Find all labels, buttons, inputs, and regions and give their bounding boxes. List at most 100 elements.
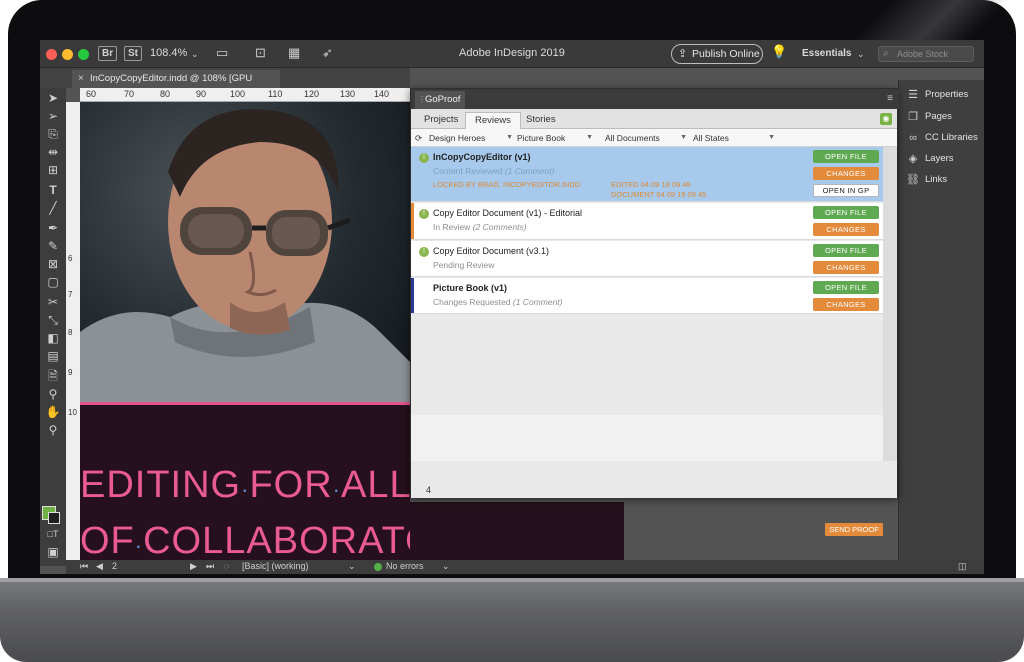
portrait-photo[interactable] xyxy=(80,102,410,402)
zoom-tool-icon[interactable]: ⚲ xyxy=(45,422,61,438)
zoom-window-button[interactable] xyxy=(78,49,89,60)
view-options-icon[interactable]: ▭ xyxy=(216,45,228,61)
tab-projects[interactable]: Projects xyxy=(415,112,467,129)
headline-line-1[interactable]: EDITING·FOR·ALL xyxy=(80,464,410,507)
project-filter[interactable]: Design Heroes ▼ xyxy=(429,131,513,145)
split-view-icon[interactable]: ◫ xyxy=(958,561,967,572)
eyedropper-tool-icon[interactable]: ⚲ xyxy=(45,386,61,402)
bullet-dot: · xyxy=(134,533,144,558)
ruler-tick: 70 xyxy=(124,89,135,99)
open-file-button[interactable]: OPEN FILE xyxy=(813,244,879,257)
type-tool-icon[interactable]: T xyxy=(45,182,61,198)
screen-mode-icon[interactable]: ⊡ xyxy=(255,45,266,61)
page-number[interactable]: 2 xyxy=(112,561,117,571)
ruler-tick: 9 xyxy=(68,368,73,377)
ruler-tick: 6 xyxy=(68,254,73,263)
publish-online-button[interactable]: ⇪ Publish Online xyxy=(671,44,763,64)
cc-libraries-panel-button[interactable]: ∞ CC Libraries xyxy=(905,129,978,147)
review-row[interactable]: Picture Book (v1) Changes Requested (1 C… xyxy=(411,278,883,314)
content-collector-icon[interactable]: ⊞ xyxy=(45,162,61,178)
review-row[interactable]: ! Copy Editor Document (v1) - Editorial … xyxy=(411,203,883,240)
minimize-window-button[interactable] xyxy=(62,49,73,60)
states-filter[interactable]: All States ▼ xyxy=(693,131,775,145)
preflight-chevron-down-icon[interactable]: ⌄ xyxy=(442,561,450,572)
note-tool-icon[interactable]: 🗎 xyxy=(45,368,61,384)
page-tool-icon[interactable]: ⎘ xyxy=(45,126,61,142)
panel-menu-icon[interactable]: ≡ xyxy=(887,93,893,104)
review-list: ! InCopyCopyEditor (v1) Content Reviewed… xyxy=(411,147,883,415)
gradient-feather-tool-icon[interactable]: ▤ xyxy=(45,348,61,364)
stroke-swatch[interactable] xyxy=(48,512,60,524)
screen-mode-tool-icon[interactable]: ▣ xyxy=(45,544,61,560)
workspace-switcher[interactable]: Essentials xyxy=(802,48,851,59)
review-state: Changes Requested xyxy=(433,297,511,307)
arrange-documents-icon[interactable]: ▦ xyxy=(288,45,300,61)
style-status[interactable]: [Basic] (working) xyxy=(242,561,309,571)
close-tab-icon[interactable]: × xyxy=(78,70,84,88)
zoom-chevron-down-icon[interactable]: ⌄ xyxy=(191,49,199,60)
style-chevron-down-icon[interactable]: ⌄ xyxy=(348,561,356,572)
next-page-icon[interactable]: ▶ xyxy=(190,561,197,572)
lightbulb-icon[interactable]: 💡 xyxy=(771,44,787,60)
previous-page-icon[interactable]: ◀ xyxy=(96,561,103,572)
changes-button[interactable]: CHANGES xyxy=(813,167,879,180)
gradient-tool-icon[interactable]: ◧ xyxy=(45,330,61,346)
free-transform-tool-icon[interactable]: ⤡ xyxy=(45,312,61,328)
selection-tool-icon[interactable]: ➤ xyxy=(45,90,61,106)
pages-panel-button[interactable]: ❐ Pages xyxy=(905,108,952,126)
refresh-status-icon[interactable]: ◉ xyxy=(880,113,892,125)
review-row[interactable]: ! InCopyCopyEditor (v1) Content Reviewed… xyxy=(411,147,883,202)
document-canvas[interactable]: EDITING·FOR·ALL OF·COLLABORATORS# xyxy=(80,102,410,562)
open-file-button[interactable]: OPEN FILE xyxy=(813,281,879,294)
formatting-container-icon[interactable]: □T xyxy=(45,526,61,542)
sync-icon[interactable]: ⟳ xyxy=(415,131,425,145)
pen-tool-icon[interactable]: ✒ xyxy=(45,220,61,236)
changes-button[interactable]: CHANGES xyxy=(813,298,879,311)
zoom-level[interactable]: 108.4% xyxy=(150,47,187,59)
open-file-button[interactable]: OPEN FILE xyxy=(813,206,879,219)
rectangle-frame-tool-icon[interactable]: ⊠ xyxy=(45,256,61,272)
bridge-button[interactable]: Br xyxy=(98,46,118,61)
preflight-status[interactable]: No errors xyxy=(386,561,424,571)
open-file-button[interactable]: OPEN FILE xyxy=(813,150,879,163)
first-page-icon[interactable]: ⏮ xyxy=(80,561,88,572)
gap-tool-icon[interactable]: ⇹ xyxy=(45,144,61,160)
row-status-bar xyxy=(411,278,414,313)
book-filter[interactable]: Picture Book ▼ xyxy=(517,131,593,145)
goproof-panel-tab[interactable]: ⋮ GoProof xyxy=(415,91,465,109)
tab-stories[interactable]: Stories xyxy=(517,112,565,129)
review-row[interactable]: ! Copy Editor Document (v3.1) Pending Re… xyxy=(411,241,883,277)
adobe-stock-search[interactable]: ⌕ Adobe Stock xyxy=(878,46,974,62)
review-title: Picture Book (v1) xyxy=(433,283,508,293)
properties-panel-button[interactable]: ☰ Properties xyxy=(905,86,968,104)
hand-tool-icon[interactable]: ✋ xyxy=(45,404,61,420)
workspace-chevron-down-icon[interactable]: ⌄ xyxy=(857,49,865,60)
ruler-tick: 140 xyxy=(374,89,390,99)
status-bar: ⏮ ◀ 2 ▶ ⏭ ◌ [Basic] (working) ⌄ No error… xyxy=(66,560,984,574)
document-tab[interactable]: × InCopyCopyEditor.indd @ 108% [GPU Prev… xyxy=(72,70,280,102)
review-list-scrollbar[interactable] xyxy=(883,147,897,461)
headline-line-2[interactable]: OF·COLLABORATORS# xyxy=(80,520,410,562)
indesign-window: Br St 108.4% ⌄ ▭ ⊡ ▦ ➶ Adobe InDesign 20… xyxy=(40,40,984,574)
goproof-filters: ⟳ Design Heroes ▼ Picture Book ▼ All Doc… xyxy=(411,129,897,147)
send-proof-button[interactable]: SEND PROOF xyxy=(825,523,883,536)
direct-selection-tool-icon[interactable]: ➢ xyxy=(45,108,61,124)
line-tool-icon[interactable]: ╱ xyxy=(45,200,61,216)
documents-filter[interactable]: All Documents ▼ xyxy=(605,131,687,145)
links-panel-button[interactable]: ⛓ Links xyxy=(905,171,947,189)
close-window-button[interactable] xyxy=(46,49,57,60)
pencil-tool-icon[interactable]: ✎ xyxy=(45,238,61,254)
stock-button[interactable]: St xyxy=(124,46,142,61)
open-in-gp-button[interactable]: OPEN IN GP xyxy=(813,184,879,197)
ruler-tick: 10 xyxy=(68,408,77,417)
scissors-tool-icon[interactable]: ✂ xyxy=(45,294,61,310)
review-title: Copy Editor Document (v3.1) xyxy=(433,246,550,256)
tab-reviews[interactable]: Reviews xyxy=(465,112,521,129)
layers-panel-button[interactable]: ◈ Layers xyxy=(905,150,954,168)
rectangle-tool-icon[interactable]: ▢ xyxy=(45,274,61,290)
ruler-tick: 80 xyxy=(160,89,171,99)
changes-button[interactable]: CHANGES xyxy=(813,261,879,274)
rocket-icon[interactable]: ➶ xyxy=(322,45,333,61)
last-page-icon[interactable]: ⏭ xyxy=(206,561,214,572)
changes-button[interactable]: CHANGES xyxy=(813,223,879,236)
